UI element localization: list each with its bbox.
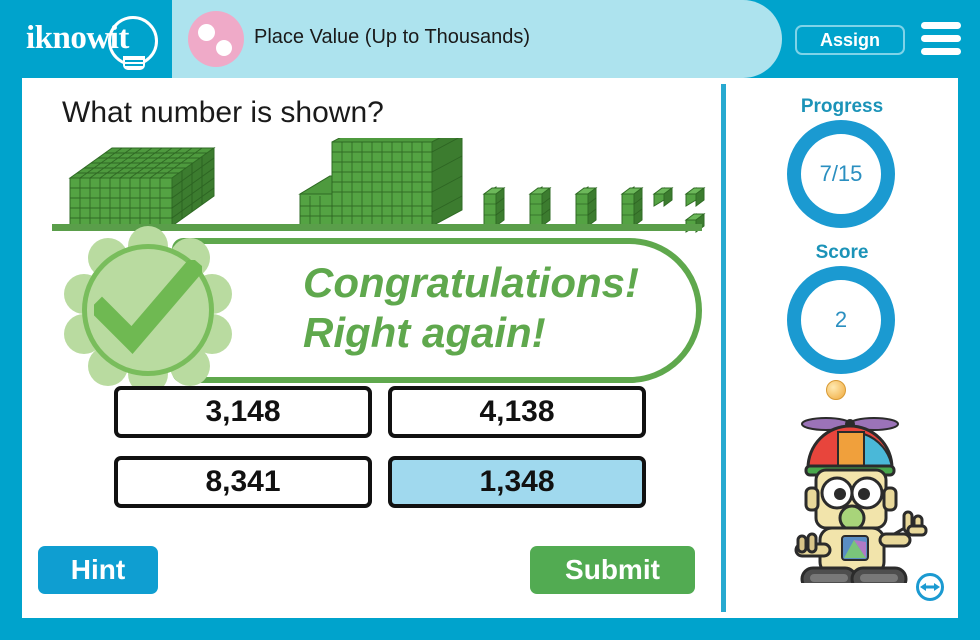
avatar-dot-two: [216, 40, 232, 56]
answer-option-3[interactable]: 8,341: [114, 456, 372, 508]
tens-rods: [482, 186, 644, 227]
progress-ring: 7/15: [787, 120, 895, 228]
content-stage: What number is shown? Congratulations! R…: [22, 78, 958, 618]
hundreds-flats: [298, 119, 463, 227]
iknowit-logo[interactable]: iknowit: [22, 12, 167, 70]
score-ring: 2: [787, 266, 895, 374]
avatar-dot-one: [198, 24, 215, 41]
score-label: Score: [815, 242, 869, 263]
gold-coin-icon: [826, 380, 846, 400]
answer-option-1[interactable]: 3,148: [114, 386, 372, 438]
question-text: What number is shown?: [62, 96, 384, 129]
thousands-cube: [68, 147, 216, 227]
app-root: iknowit Place Value (Up to Thousands) As…: [0, 0, 980, 640]
menu-bar-two: [921, 35, 961, 42]
check-mark-glyph: [94, 260, 202, 354]
resize-arrows-icon[interactable]: [916, 573, 944, 601]
lightbulb-base-icon: [123, 56, 145, 70]
answer-option-2[interactable]: 4,138: [388, 386, 646, 438]
hint-button[interactable]: Hint: [38, 546, 158, 594]
resize-arrows-glyph: [920, 583, 940, 591]
feedback-banner: Congratulations! Right again!: [172, 238, 702, 383]
feedback-line-one: Congratulations!: [303, 259, 639, 306]
answer-options: 3,148 4,138 8,341 1,348: [114, 386, 674, 521]
submit-button[interactable]: Submit: [530, 546, 695, 594]
pink-dots-avatar-icon: [188, 11, 244, 67]
progress-label: Progress: [800, 96, 884, 117]
lesson-title-bar: Place Value (Up to Thousands): [172, 0, 782, 78]
hamburger-menu-icon[interactable]: [921, 22, 961, 56]
mascot-svg: [794, 417, 928, 592]
app-header: iknowit Place Value (Up to Thousands) As…: [0, 0, 980, 78]
answer-option-4[interactable]: 1,348: [388, 456, 646, 508]
feedback-line-two: Right again!: [303, 308, 546, 356]
feedback-message: Congratulations! Right again!: [303, 258, 703, 357]
robot-mascot-icon: [768, 408, 933, 592]
assign-button[interactable]: Assign: [795, 25, 905, 55]
check-mark-badge-icon: [64, 226, 232, 394]
menu-bar-three: [921, 48, 961, 55]
page-title: Place Value (Up to Thousands): [254, 26, 531, 48]
menu-bar-one: [921, 22, 961, 29]
progress-sidebar: Progress 7/15 Score 2: [726, 78, 958, 618]
